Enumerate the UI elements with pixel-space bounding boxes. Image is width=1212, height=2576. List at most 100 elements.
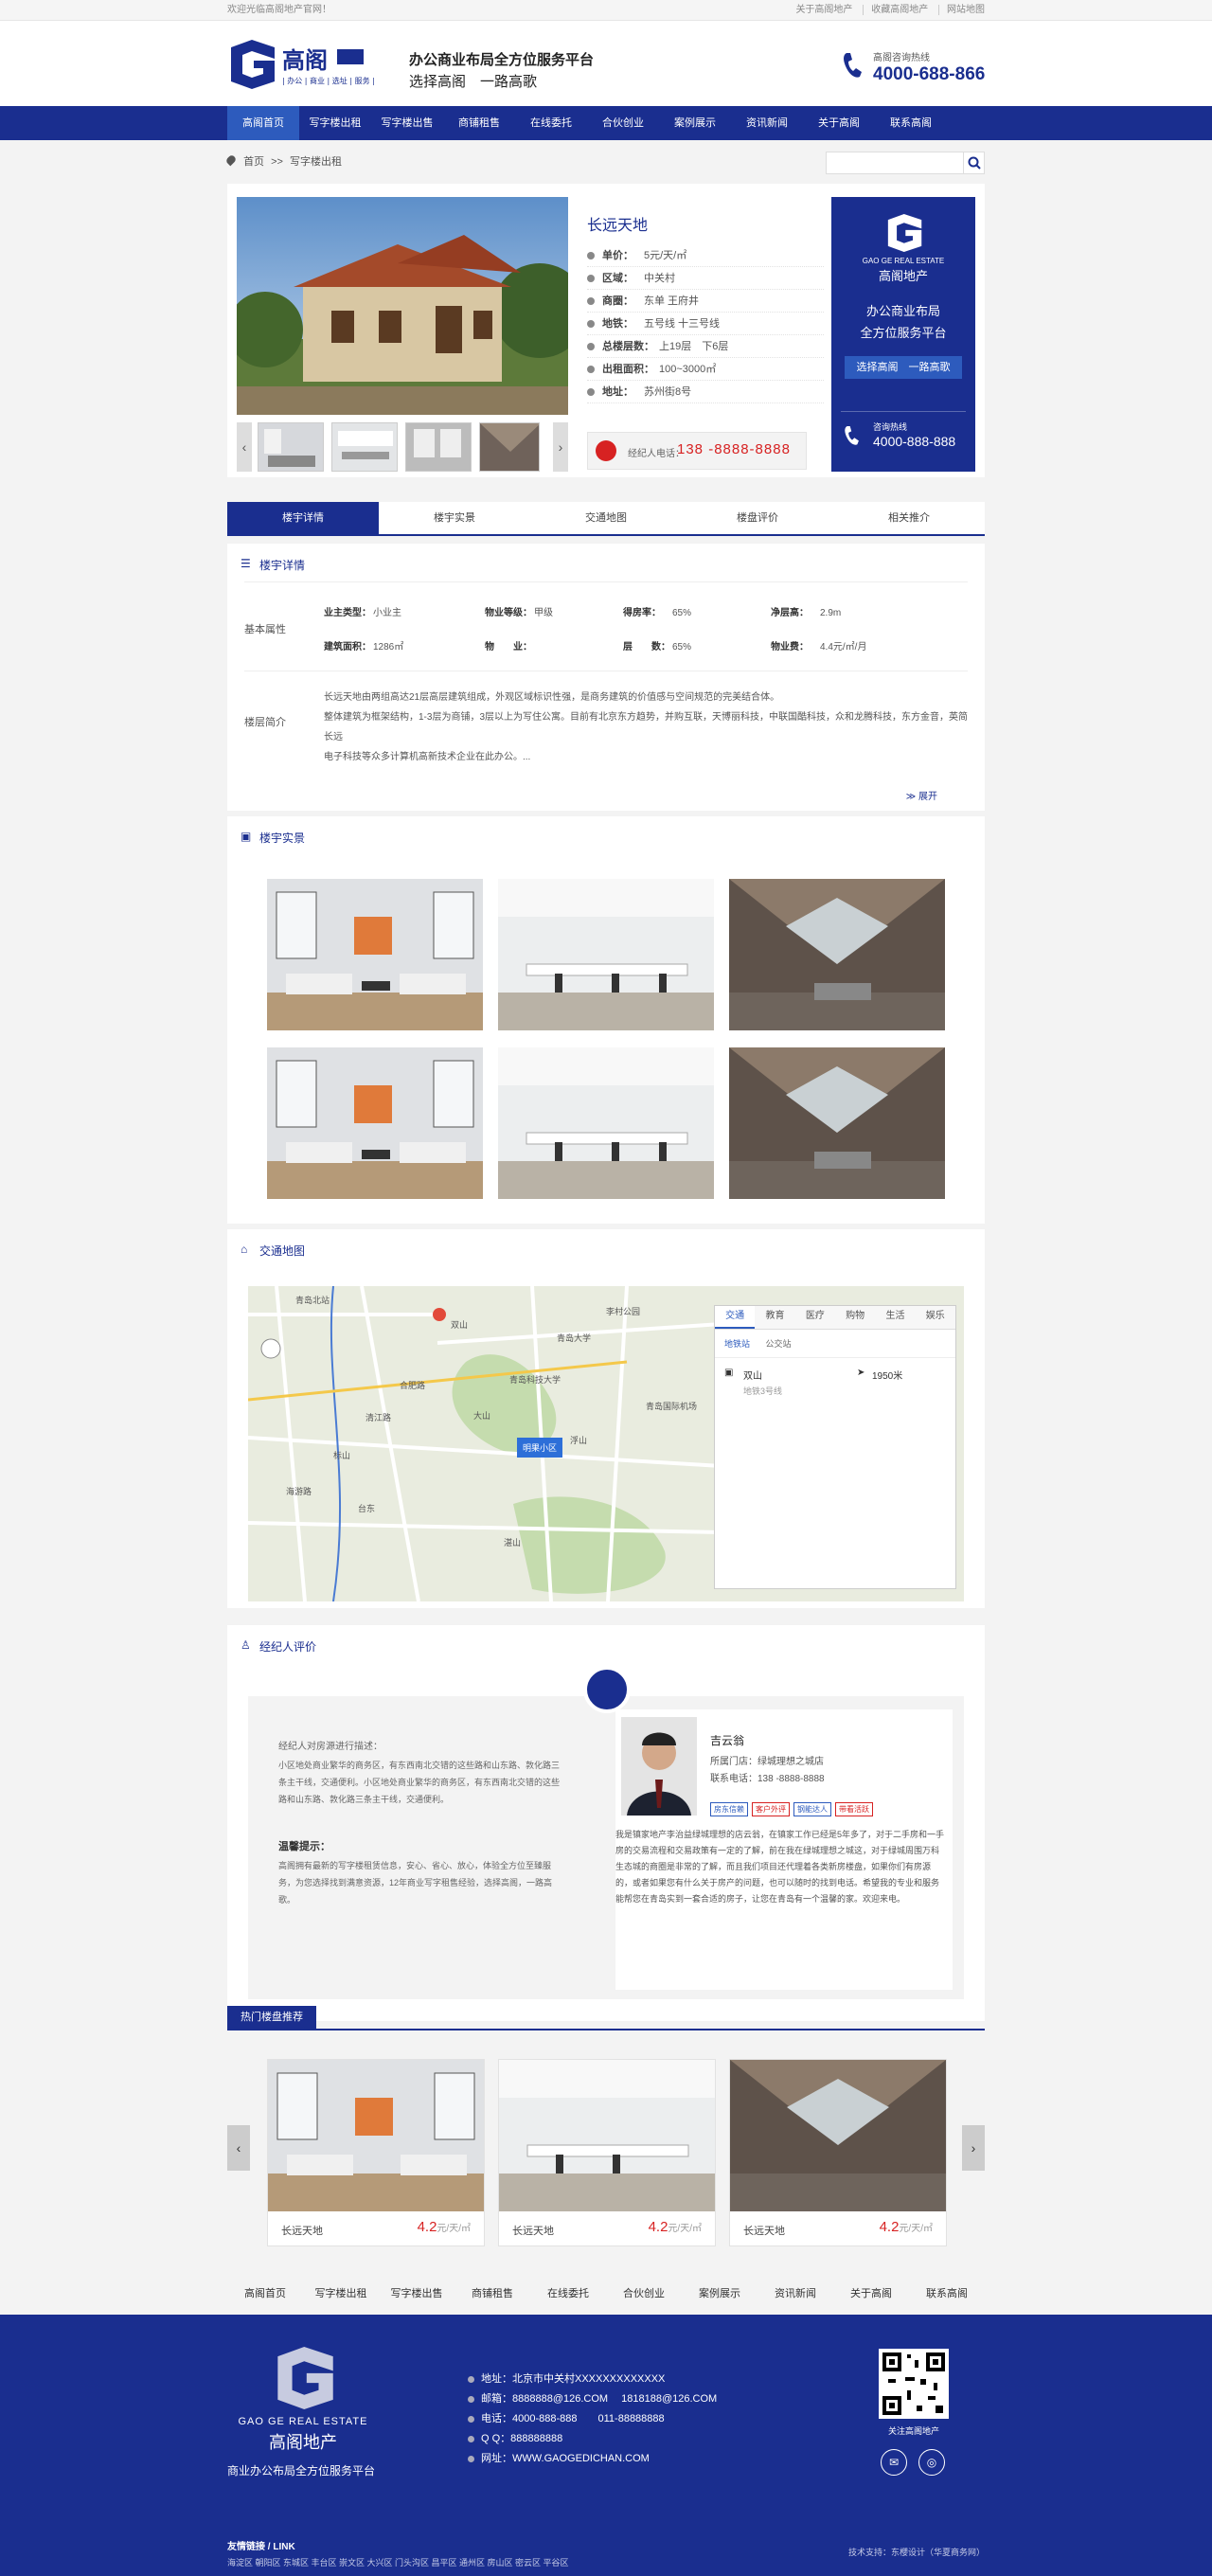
footer-nav: 高阁首页 写字楼出租 写字楼出售 商铺租售 在线委托 合伙创业 案例展示 资讯新…: [0, 2273, 1212, 2315]
breadcrumb-home[interactable]: 首页: [243, 156, 264, 168]
subtab-subway[interactable]: 地铁站: [724, 1339, 750, 1349]
agent-tag: 带看活跃: [835, 1802, 873, 1816]
breadcrumb-current[interactable]: 写字楼出租: [290, 156, 342, 168]
hot-item-photo[interactable]: [730, 2060, 946, 2211]
footer-nav-home[interactable]: 高阁首页: [227, 2273, 303, 2315]
attr-fee: 物业费： 4.4元/㎡/月: [771, 642, 867, 653]
tab-map[interactable]: 交通地图: [530, 502, 682, 534]
price-icon: [587, 252, 595, 259]
list-icon: ☰: [241, 557, 251, 570]
info-row-district: 商圈： 东单 王府井: [587, 290, 824, 313]
footer-nav-entrust[interactable]: 在线委托: [530, 2273, 606, 2315]
weibo-icon[interactable]: ◎: [918, 2449, 945, 2476]
thumb-next-button[interactable]: ›: [553, 422, 568, 472]
tab-related[interactable]: 相关推介: [833, 502, 985, 534]
footer-nav-office-sale[interactable]: 写字楼出售: [379, 2273, 454, 2315]
header-slogan: 办公商业布局全方位服务平台 选择高阁 一路高歌: [409, 49, 594, 91]
map-tab-traffic[interactable]: 交通: [715, 1306, 756, 1329]
info-row-floors: 总楼层数： 上19层 下6层: [587, 335, 824, 358]
map-place-licun-park: 李村公园: [606, 1307, 641, 1316]
footer-website[interactable]: 网址：WWW.GAOGEDICHAN.COM: [466, 2449, 717, 2469]
side-ad[interactable]: GAO GE REAL ESTATE 高阁地产 办公商业布局 全方位服务平台 选…: [831, 197, 975, 472]
thumbnail[interactable]: [258, 422, 324, 472]
attr-height: 净层高： 2.9m: [771, 608, 842, 618]
main-photo[interactable]: [237, 197, 568, 415]
nav-home[interactable]: 高阁首页: [227, 106, 299, 140]
tab-detail[interactable]: 楼宇详情: [227, 502, 379, 534]
tab-photos[interactable]: 楼宇实景: [379, 502, 530, 534]
wechat-icon[interactable]: ✉: [881, 2449, 907, 2476]
footer-nav-contact[interactable]: 联系高阁: [909, 2273, 985, 2315]
search-input[interactable]: [826, 152, 985, 174]
review-card: 经纪人对房源进行描述： 小区地处商业繁华的商务区，有东西南北交错的这些路和山东路…: [248, 1666, 964, 1999]
tab-reviews[interactable]: 楼盘评价: [682, 502, 833, 534]
detail-tabs: 楼宇详情 楼宇实景 交通地图 楼盘评价 相关推介: [227, 502, 985, 536]
hot-prev-button[interactable]: ‹: [227, 2125, 250, 2171]
nav-about[interactable]: 关于高阁: [803, 106, 875, 140]
photo-attic[interactable]: [729, 1047, 945, 1199]
hot-item-photo[interactable]: [268, 2060, 484, 2211]
map-tab-medical[interactable]: 医疗: [795, 1306, 835, 1329]
photo-living-room[interactable]: [267, 1047, 483, 1199]
breadcrumb-sep: >>: [271, 156, 283, 168]
traffic-map[interactable]: 青岛北站 双山 青岛大学 合肥路 大山 清江路 标山 浮山 海游路 台东 李村公…: [248, 1286, 964, 1601]
nav-news[interactable]: 资讯新闻: [731, 106, 803, 140]
hot-item[interactable]: 长远天地 4.2元/天/㎡: [498, 2059, 716, 2246]
favorite-link[interactable]: 收藏高阁地产: [863, 5, 929, 15]
thumbnail[interactable]: [331, 422, 398, 472]
thumb-prev-button[interactable]: ‹: [237, 422, 252, 472]
footer-bottom: 友情链接 / LINK 海淀区 朝阳区 东城区 丰台区 崇文区 大兴区 门头沟区…: [227, 2538, 985, 2568]
photo-attic[interactable]: [729, 879, 945, 1030]
hot-title: 热门楼盘推荐: [227, 2006, 316, 2029]
property-title: 长远天地: [587, 218, 649, 234]
tip-text: 高阁拥有最新的写字楼租赁信息，安心、省心、放心，体验全方位至臻服务，为您选择找到…: [278, 1861, 553, 1905]
photo-living-room[interactable]: [267, 879, 483, 1030]
about-link[interactable]: 关于高阁地产: [788, 5, 852, 15]
map-tab-entertainment[interactable]: 娱乐: [916, 1306, 955, 1329]
hot-item[interactable]: 长远天地 4.2元/天/㎡: [729, 2059, 947, 2246]
sitemap-link[interactable]: 网站地图: [938, 5, 985, 15]
user-icon: ♙: [241, 1638, 251, 1652]
footer-logo[interactable]: GAO GE REAL ESTATE 高阁地产: [227, 2347, 379, 2454]
subtab-bus[interactable]: 公交站: [766, 1339, 792, 1349]
map-marker[interactable]: 明果小区: [517, 1438, 563, 1458]
ad-brand-en: GAO GE REAL ESTATE: [862, 257, 945, 265]
nav-office-sale[interactable]: 写字楼出售: [371, 106, 443, 140]
hot-next-button[interactable]: ›: [962, 2125, 985, 2171]
footer-nav-shop[interactable]: 商铺租售: [454, 2273, 530, 2315]
map-place-shuangshan: 双山: [451, 1320, 469, 1330]
ad-phone-icon: [845, 426, 859, 445]
footer-nav-news[interactable]: 资讯新闻: [758, 2273, 833, 2315]
thumbnail[interactable]: [479, 422, 540, 472]
nav-shop[interactable]: 商铺租售: [443, 106, 515, 140]
footer-email: 邮箱：8888888@126.COM 1818188@126.COM: [466, 2389, 717, 2409]
map-place-haiyou-road: 海游路: [286, 1487, 312, 1496]
footer-nav-partner[interactable]: 合伙创业: [606, 2273, 682, 2315]
photo-office[interactable]: [498, 1047, 714, 1199]
site-logo[interactable]: 高阁 | 办公 | 商业 | 选址 | 服务 |: [227, 40, 381, 89]
info-row-area: 区域： 中关村: [587, 267, 824, 290]
photo-office[interactable]: [498, 879, 714, 1030]
search-button[interactable]: [963, 152, 984, 173]
area-icon: [587, 275, 595, 282]
station-row[interactable]: ▣ 双山 ➤ 1950米 地铁3号线: [715, 1358, 955, 1405]
nav-entrust[interactable]: 在线委托: [515, 106, 587, 140]
ad-button[interactable]: 选择高阁 一路高歌: [845, 356, 962, 379]
nav-office-rent[interactable]: 写字楼出租: [299, 106, 371, 140]
map-tab-life[interactable]: 生活: [875, 1306, 915, 1329]
photos-title: ▣ 楼宇实景: [241, 830, 306, 845]
nav-cases[interactable]: 案例展示: [659, 106, 731, 140]
map-tab-shopping[interactable]: 购物: [835, 1306, 875, 1329]
thumbnail[interactable]: [405, 422, 472, 472]
footer-nav-office-rent[interactable]: 写字楼出租: [303, 2273, 379, 2315]
footer-nav-about[interactable]: 关于高阁: [833, 2273, 909, 2315]
hot-item[interactable]: 长远天地 4.2元/天/㎡: [267, 2059, 485, 2246]
agent-phone[interactable]: 138 -8888-8888: [677, 441, 791, 457]
expand-button[interactable]: ≫ 展开: [906, 788, 937, 802]
nav-partner[interactable]: 合伙创业: [587, 106, 659, 140]
agent-photo[interactable]: [621, 1717, 697, 1816]
nav-contact[interactable]: 联系高阁: [875, 106, 947, 140]
map-tab-education[interactable]: 教育: [755, 1306, 794, 1329]
footer-nav-cases[interactable]: 案例展示: [682, 2273, 758, 2315]
hot-item-photo[interactable]: [499, 2060, 715, 2211]
